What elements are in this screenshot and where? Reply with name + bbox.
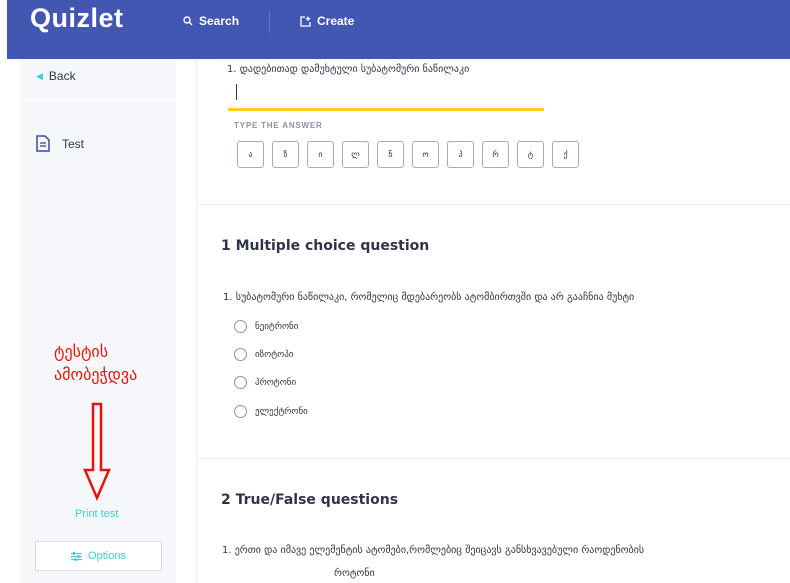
choice-label: იზოტოპი (255, 349, 294, 360)
written-question: 1. დადებითად დამუხტული სუბატომური ნაწილა… (227, 64, 470, 75)
radio-button[interactable] (234, 376, 247, 389)
create-icon (300, 15, 311, 27)
nav-divider (269, 11, 270, 33)
letter-button[interactable]: რ (482, 141, 509, 168)
chevron-left-icon: ◀ (36, 70, 43, 81)
choice-option[interactable]: იზოტოპი (234, 348, 293, 361)
section-divider (196, 458, 790, 459)
sidebar-item-test[interactable]: Test (36, 135, 84, 152)
text-caret (236, 84, 237, 100)
annotation-line-2: ამობეჭდვა (54, 365, 138, 384)
choice-option[interactable]: ნეიტრონი (234, 320, 298, 333)
content-gutter (176, 59, 196, 583)
true-false-question: 1. ერთი და იმავე ელემენტის ატომები,რომლე… (222, 545, 645, 556)
answer-input[interactable] (228, 108, 544, 111)
back-label: Back (48, 69, 76, 83)
search-button[interactable]: Search (183, 14, 239, 28)
sidebar-divider (20, 99, 176, 100)
choice-label: ნეიტრონი (255, 321, 299, 332)
multiple-choice-heading: 1 Multiple choice question (221, 238, 430, 254)
multiple-choice-question: 1. სუბატომური ნაწილაკი, რომელიც მდებარეო… (223, 292, 635, 303)
letter-button[interactable]: პ (447, 141, 474, 168)
search-label: Search (199, 14, 240, 28)
options-button[interactable]: Options (35, 541, 162, 571)
type-answer-label: TYPE THE ANSWER (234, 121, 323, 130)
document-icon (36, 135, 50, 152)
test-label: Test (62, 136, 85, 151)
choice-label: ელექტრონი (255, 406, 308, 417)
letter-button[interactable]: ტ (517, 141, 544, 168)
create-label: Create (317, 14, 355, 28)
top-navigation-bar: Quizlet Search Create (7, 0, 790, 59)
radio-button[interactable] (234, 405, 247, 418)
choice-label: პროტონი (255, 377, 297, 388)
letter-button[interactable]: ზ (272, 141, 299, 168)
letter-button[interactable]: ა (237, 141, 264, 168)
letter-button[interactable]: ლ (342, 141, 369, 168)
down-arrow-annotation (83, 402, 111, 502)
options-icon (71, 551, 83, 561)
quizlet-logo[interactable]: Quizlet (30, 3, 124, 34)
choice-option[interactable]: პროტონი (234, 376, 296, 389)
letter-button[interactable]: ი (307, 141, 334, 168)
choice-option[interactable]: ელექტრონი (234, 405, 308, 418)
create-button[interactable]: Create (300, 14, 354, 28)
true-false-heading: 2 True/False questions (221, 492, 399, 508)
print-test-link[interactable]: Print test (75, 508, 118, 520)
radio-button[interactable] (234, 348, 247, 361)
search-icon (183, 16, 193, 26)
letter-button[interactable]: ქ (552, 141, 579, 168)
annotation-line-1: ტესტის (54, 342, 109, 361)
letter-button[interactable]: ნ (377, 141, 404, 168)
true-false-question-continued: როტონი (334, 568, 375, 579)
character-keyboard: ა ზ ი ლ ნ ო პ რ ტ ქ (237, 141, 579, 168)
back-button[interactable]: ◀ Back (36, 69, 76, 83)
radio-button[interactable] (234, 320, 247, 333)
section-divider (196, 204, 790, 205)
print-annotation: ტესტის ამობეჭდვა (54, 340, 137, 386)
options-label: Options (88, 550, 126, 562)
letter-button[interactable]: ო (412, 141, 439, 168)
